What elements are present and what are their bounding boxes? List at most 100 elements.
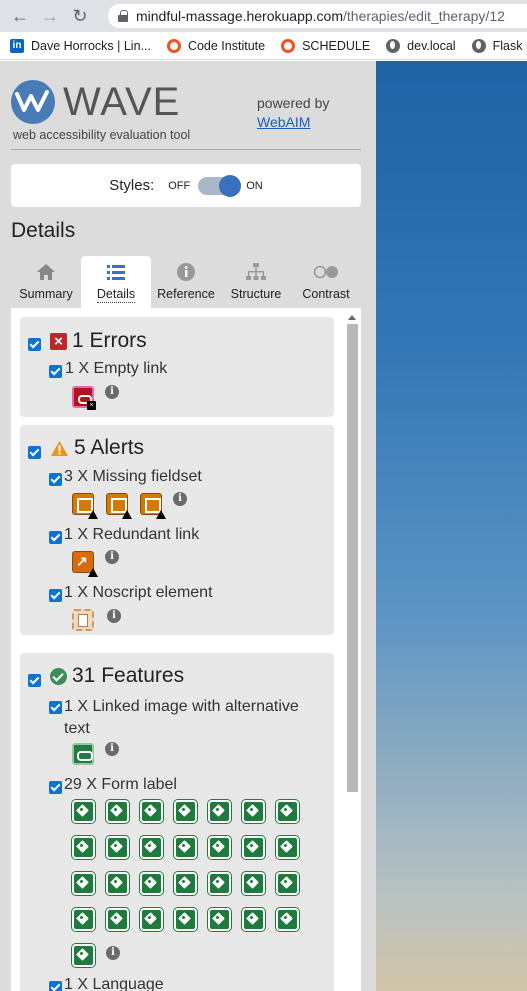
- form-label-icon[interactable]: [276, 908, 299, 931]
- form-label-icon[interactable]: [276, 836, 299, 859]
- form-label-icon[interactable]: [140, 836, 163, 859]
- form-label-icon[interactable]: [106, 908, 129, 931]
- redundant-link-checkbox[interactable]: [49, 531, 62, 544]
- noscript-icon[interactable]: [72, 609, 94, 631]
- info-icon[interactable]: i: [173, 492, 187, 506]
- wave-logo-text: WAVE: [63, 80, 181, 124]
- ring-icon: [166, 38, 181, 53]
- url-path: /therapies/edit_therapy/12: [343, 8, 505, 24]
- form-label-icon[interactable]: [106, 800, 129, 823]
- info-icon[interactable]: i: [106, 946, 120, 960]
- tab-label: Reference: [157, 287, 215, 301]
- warning-badge-icon: [156, 510, 166, 519]
- bookmark-label: SCHEDULE: [302, 38, 371, 53]
- form-label-icon[interactable]: [242, 836, 265, 859]
- linkedin-icon: in: [10, 38, 24, 53]
- empty-link-icon[interactable]: ×: [72, 386, 96, 410]
- form-label-icon[interactable]: [174, 836, 197, 859]
- form-label-icon[interactable]: [72, 800, 95, 823]
- forward-arrow-icon[interactable]: →: [40, 6, 60, 26]
- tab-label: Contrast: [302, 287, 350, 301]
- form-label-icon[interactable]: [208, 872, 231, 895]
- form-label-icon[interactable]: [174, 800, 197, 823]
- form-label-icon[interactable]: [140, 800, 163, 823]
- bookmark-label: Code Institute: [187, 38, 266, 53]
- features-checkbox[interactable]: [28, 674, 41, 687]
- form-label-icon[interactable]: [242, 872, 265, 895]
- tab-summary[interactable]: Summary: [11, 256, 81, 308]
- wave-logo-icon[interactable]: [11, 80, 55, 124]
- form-label-icon[interactable]: [72, 908, 95, 931]
- form-label-icon[interactable]: [106, 836, 129, 859]
- empty-link-checkbox[interactable]: [49, 365, 62, 378]
- form-label-icon[interactable]: [242, 800, 265, 823]
- form-label-icon[interactable]: [72, 836, 95, 859]
- tab-reference[interactable]: Reference: [151, 256, 221, 308]
- linked-image-label-text: 1 X Linked image with alternative text: [64, 698, 299, 737]
- alerts-heading: 5 Alerts: [74, 436, 145, 459]
- bookmark-dev-local[interactable]: dev.local: [386, 38, 456, 53]
- scroll-thumb[interactable]: [347, 324, 358, 792]
- empty-link-label: 1 X Empty link: [65, 360, 168, 377]
- tab-details[interactable]: Details: [81, 256, 151, 308]
- form-label-icon[interactable]: [174, 908, 197, 931]
- bookmark-code-institute[interactable]: Code Institute: [166, 38, 266, 53]
- form-label-icon[interactable]: [208, 908, 231, 931]
- bookmark-label: dev.local: [407, 38, 456, 53]
- bookmark-flask[interactable]: Flask Lo: [471, 38, 527, 53]
- tab-label: Details: [96, 287, 136, 303]
- info-icon[interactable]: i: [105, 550, 119, 564]
- bookmark-linkedin[interactable]: in Dave Horrocks | Lin...: [10, 38, 151, 53]
- webaim-link[interactable]: WebAIM: [257, 114, 310, 130]
- language-checkbox[interactable]: [49, 981, 62, 991]
- form-label-icon[interactable]: [208, 836, 231, 859]
- form-label-icon[interactable]: [106, 872, 129, 895]
- errors-checkbox[interactable]: [28, 338, 41, 351]
- address-field[interactable]: mindful-massage.herokuapp.com/therapies/…: [108, 4, 527, 28]
- reload-icon[interactable]: ↻: [70, 6, 90, 26]
- missing-fieldset-checkbox[interactable]: [49, 473, 62, 486]
- back-arrow-icon[interactable]: ←: [10, 6, 30, 26]
- noscript-checkbox[interactable]: [49, 589, 62, 602]
- feature-check-icon: [50, 668, 67, 685]
- alert-triangle-icon: [51, 441, 68, 456]
- form-label-icon[interactable]: [174, 872, 197, 895]
- styles-toggle[interactable]: [198, 174, 242, 197]
- alerts-checkbox[interactable]: [28, 446, 41, 459]
- form-label-icon[interactable]: [208, 800, 231, 823]
- redundant-link-icon[interactable]: [72, 551, 98, 577]
- styles-off-label: OFF: [168, 179, 191, 192]
- form-label-icon[interactable]: [276, 872, 299, 895]
- details-heading: Details: [11, 219, 76, 242]
- globe-icon: [386, 38, 401, 53]
- form-label-icon[interactable]: [242, 908, 265, 931]
- info-icon[interactable]: i: [105, 385, 119, 399]
- info-icon[interactable]: i: [107, 609, 121, 623]
- form-label-icon[interactable]: [72, 944, 95, 967]
- language-label: 1 X Language: [64, 976, 164, 991]
- form-label-label: 29 X Form label: [64, 776, 177, 793]
- linked-image-checkbox[interactable]: [49, 701, 62, 714]
- bookmark-schedule[interactable]: SCHEDULE: [281, 38, 371, 53]
- scroll-up-icon[interactable]: [348, 315, 356, 320]
- form-label-icon[interactable]: [140, 908, 163, 931]
- page-background: [376, 61, 527, 991]
- form-label-icon[interactable]: [72, 872, 95, 895]
- form-label-icon[interactable]: [140, 872, 163, 895]
- form-label-checkbox[interactable]: [49, 781, 62, 794]
- linked-image-icon[interactable]: [72, 743, 94, 765]
- info-icon[interactable]: i: [105, 742, 119, 756]
- missing-fieldset-icon[interactable]: [72, 493, 98, 519]
- missing-fieldset-icon[interactable]: [140, 493, 166, 519]
- alerts-card: 5 Alerts 3 X Missing fieldset i 1 X Redu…: [20, 425, 334, 635]
- ring-icon: [281, 38, 296, 53]
- tab-contrast[interactable]: Contrast: [291, 256, 361, 308]
- panel-scrollbar[interactable]: [346, 312, 358, 991]
- wave-tagline: web accessibility evaluation tool: [13, 128, 191, 142]
- styles-label: Styles:: [109, 177, 155, 194]
- missing-fieldset-icon[interactable]: [106, 493, 132, 519]
- bookmarks-bar: in Dave Horrocks | Lin... Code Institute …: [0, 32, 527, 60]
- tab-structure[interactable]: Structure: [221, 256, 291, 308]
- form-label-icon[interactable]: [276, 800, 299, 823]
- tab-label: Structure: [230, 287, 282, 301]
